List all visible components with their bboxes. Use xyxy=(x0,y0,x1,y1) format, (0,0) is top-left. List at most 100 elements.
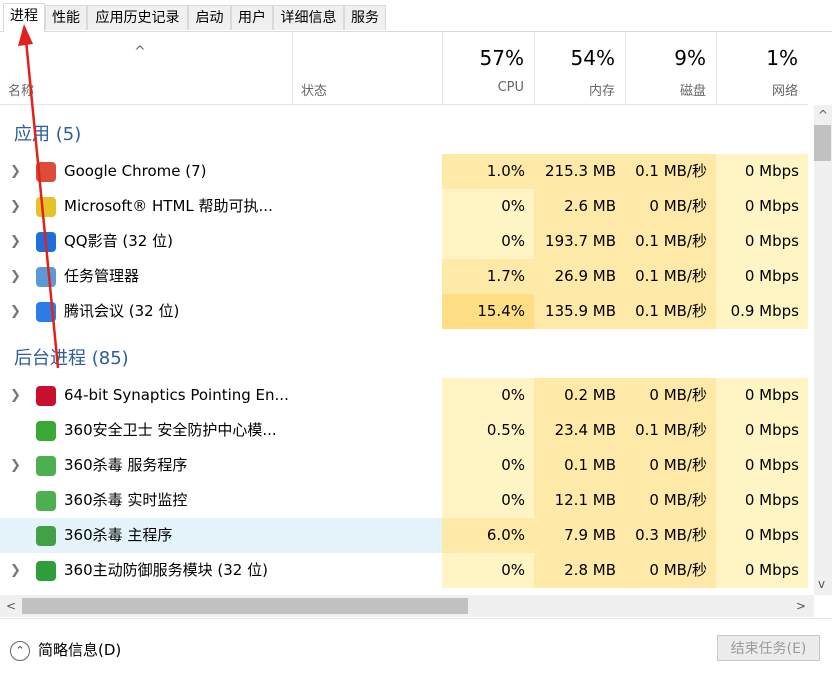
process-name: 360杀毒 主程序 xyxy=(64,526,173,544)
process-row[interactable]: ❯ QQ影音 (32 位) 0% 193.7 MB 0.1 MB/秒 0 Mbps xyxy=(0,224,808,259)
vertical-scrollbar[interactable] xyxy=(814,105,832,595)
network-cell: 0 Mbps xyxy=(716,154,808,189)
process-row[interactable]: ❯ 腾讯会议 (32 位) 15.4% 135.9 MB 0.1 MB/秒 0.9 Mbp… xyxy=(0,294,808,329)
memory-cell: 215.3 MB xyxy=(534,154,625,189)
chrome-icon xyxy=(36,162,56,182)
network-column-label: 网络 xyxy=(771,84,798,99)
tab-performance[interactable]: 性能 xyxy=(45,5,87,30)
html-help-icon xyxy=(36,197,56,217)
end-task-button[interactable]: 结束任务(E) xyxy=(717,635,820,661)
disk-cell: 0.1 MB/秒 xyxy=(625,259,716,294)
memory-cell: 2.8 MB xyxy=(534,553,625,588)
fewer-details-button[interactable]: ⌃ 简略信息(D) xyxy=(10,639,121,661)
cpu-cell: 0% xyxy=(442,189,534,224)
cpu-cell: 0% xyxy=(442,553,534,588)
memory-cell: 7.9 MB xyxy=(534,518,625,553)
scroll-up-icon[interactable]: ^ xyxy=(818,108,828,122)
scroll-down-icon[interactable]: v xyxy=(818,577,825,591)
360-defense-icon xyxy=(36,561,56,581)
process-row[interactable]: ❯ 360主动防御服务模块 (32 位) 0% 2.8 MB 0 MB/秒 0 Mbps xyxy=(0,553,808,588)
qq-player-icon xyxy=(36,232,56,252)
process-row[interactable]: 360安全卫士 安全防护中心模... 0.5% 23.4 MB 0.1 MB/秒 0 M… xyxy=(0,413,808,448)
disk-cell: 0.3 MB/秒 xyxy=(625,518,716,553)
memory-cell: 2.6 MB xyxy=(534,189,625,224)
disk-column-header[interactable]: 9% 磁盘 xyxy=(625,32,716,104)
cpu-cell: 0% xyxy=(442,378,534,413)
memory-total-percent: 54% xyxy=(570,46,615,70)
process-row[interactable]: 360杀毒 主程序 6.0% 7.9 MB 0.3 MB/秒 0 Mbps xyxy=(0,518,808,553)
disk-cell: 0 MB/秒 xyxy=(625,553,716,588)
name-column-header[interactable]: ^ 名称 xyxy=(0,32,292,104)
name-column-label: 名称 xyxy=(8,84,35,99)
expand-chevron-icon[interactable]: ❯ xyxy=(10,259,21,294)
tab-app-history[interactable]: 应用历史记录 xyxy=(87,5,188,30)
process-name: 360主动防御服务模块 (32 位) xyxy=(64,561,268,579)
cpu-cell: 1.0% xyxy=(442,154,534,189)
memory-cell: 23.4 MB xyxy=(534,413,625,448)
disk-cell: 0 MB/秒 xyxy=(625,448,716,483)
memory-cell: 135.9 MB xyxy=(534,294,625,329)
network-cell: 0 Mbps xyxy=(716,448,808,483)
tab-users[interactable]: 用户 xyxy=(231,5,273,30)
process-name: 360安全卫士 安全防护中心模... xyxy=(64,421,277,439)
disk-total-percent: 9% xyxy=(674,46,706,70)
scroll-right-icon[interactable]: > xyxy=(796,599,806,613)
group-header-apps: 应用 (5) xyxy=(0,114,808,149)
column-header: ^ 名称 状态 57% CPU 54% 内存 9% 磁盘 1% 网络 xyxy=(0,32,808,105)
sort-arrow-icon: ^ xyxy=(134,44,146,60)
cpu-column-header[interactable]: 57% CPU xyxy=(442,32,534,104)
process-name: QQ影音 (32 位) xyxy=(64,232,173,250)
tencent-meeting-icon xyxy=(36,302,56,322)
process-name: Microsoft® HTML 帮助可执... xyxy=(64,197,273,215)
expand-chevron-icon[interactable]: ❯ xyxy=(10,553,21,588)
process-name: Google Chrome (7) xyxy=(64,162,207,180)
disk-cell: 0.1 MB/秒 xyxy=(625,154,716,189)
disk-cell: 0.1 MB/秒 xyxy=(625,224,716,259)
expand-chevron-icon[interactable]: ❯ xyxy=(10,448,21,483)
horizontal-scroll-thumb[interactable] xyxy=(22,598,468,614)
process-row[interactable]: ❯ 64-bit Synaptics Pointing En... 0% 0.2 MB… xyxy=(0,378,808,413)
process-row[interactable]: ❯ 360杀毒 服务程序 0% 0.1 MB 0 MB/秒 0 Mbps xyxy=(0,448,808,483)
fewer-details-label: 简略信息(D) xyxy=(38,641,122,659)
360-safe-icon xyxy=(36,421,56,441)
tab-services[interactable]: 服务 xyxy=(344,5,386,30)
synaptics-icon xyxy=(36,386,56,406)
network-cell: 0 Mbps xyxy=(716,413,808,448)
memory-cell: 0.1 MB xyxy=(534,448,625,483)
network-cell: 0 Mbps xyxy=(716,378,808,413)
expand-chevron-icon[interactable]: ❯ xyxy=(10,294,21,329)
process-row[interactable]: 360杀毒 实时监控 0% 12.1 MB 0 MB/秒 0 Mbps xyxy=(0,483,808,518)
process-row[interactable]: ❯ Microsoft® HTML 帮助可执... 0% 2.6 MB 0 MB/秒 0 … xyxy=(0,189,808,224)
process-name: 360杀毒 服务程序 xyxy=(64,456,188,474)
network-cell: 0 Mbps xyxy=(716,518,808,553)
memory-column-label: 内存 xyxy=(588,84,615,99)
expand-chevron-icon[interactable]: ❯ xyxy=(10,189,21,224)
process-name: 360杀毒 实时监控 xyxy=(64,491,188,509)
network-cell: 0 Mbps xyxy=(716,483,808,518)
vertical-scroll-thumb[interactable] xyxy=(814,125,831,161)
network-cell: 0 Mbps xyxy=(716,189,808,224)
cpu-cell: 15.4% xyxy=(442,294,534,329)
cpu-column-label: CPU xyxy=(497,80,524,95)
tab-startup[interactable]: 启动 xyxy=(188,5,231,30)
memory-column-header[interactable]: 54% 内存 xyxy=(534,32,625,104)
cpu-cell: 0% xyxy=(442,224,534,259)
expand-chevron-icon[interactable]: ❯ xyxy=(10,154,21,189)
tab-details[interactable]: 详细信息 xyxy=(273,5,344,30)
process-row[interactable]: ❯ Google Chrome (7) 1.0% 215.3 MB 0.1 MB/秒 0 … xyxy=(0,154,808,189)
process-list: 应用 (5) ❯ Google Chrome (7) 1.0% 215.3 MB 0.1… xyxy=(0,105,808,595)
scroll-left-icon[interactable]: < xyxy=(6,599,16,613)
expand-chevron-icon[interactable]: ❯ xyxy=(10,378,21,413)
group-title-background: 后台进程 (85) xyxy=(14,348,129,369)
tab-bar: 进程 性能 应用历史记录 启动 用户 详细信息 服务 xyxy=(0,0,832,32)
memory-cell: 0.2 MB xyxy=(534,378,625,413)
memory-cell: 26.9 MB xyxy=(534,259,625,294)
network-column-header[interactable]: 1% 网络 xyxy=(716,32,808,104)
process-row[interactable]: ❯ 任务管理器 1.7% 26.9 MB 0.1 MB/秒 0 Mbps xyxy=(0,259,808,294)
network-cell: 0.9 Mbps xyxy=(716,294,808,329)
tab-processes[interactable]: 进程 xyxy=(3,3,45,32)
status-column-header[interactable]: 状态 xyxy=(292,32,442,104)
process-name: 64-bit Synaptics Pointing En... xyxy=(64,386,289,404)
disk-cell: 0 MB/秒 xyxy=(625,189,716,224)
expand-chevron-icon[interactable]: ❯ xyxy=(10,224,21,259)
